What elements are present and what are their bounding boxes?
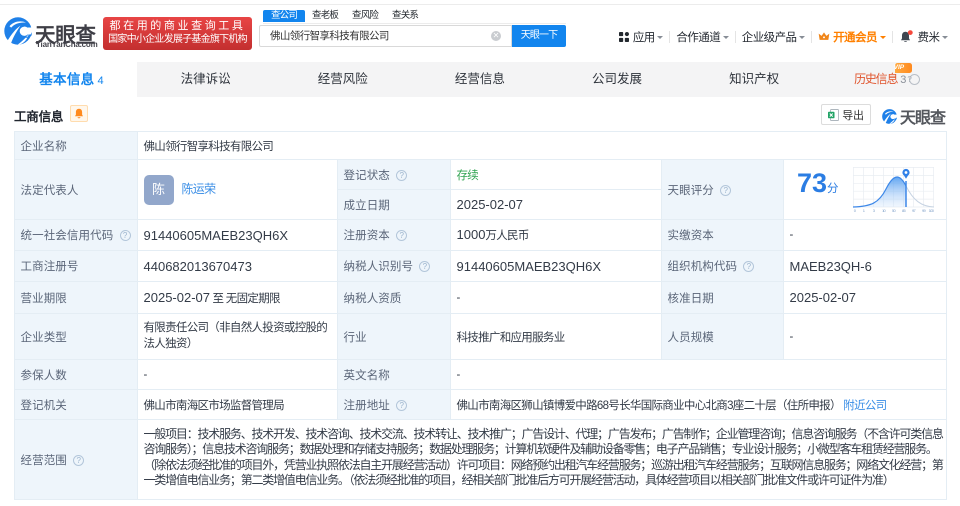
svg-text:3: 3 xyxy=(873,208,876,212)
svg-text:97: 97 xyxy=(912,208,917,212)
svg-text:1: 1 xyxy=(863,208,866,212)
svg-text:100: 100 xyxy=(929,208,934,212)
svg-text:99: 99 xyxy=(922,208,927,212)
svg-text:85: 85 xyxy=(902,208,907,212)
svg-text:10: 10 xyxy=(882,208,887,212)
svg-text:0: 0 xyxy=(854,208,857,212)
svg-text:50: 50 xyxy=(892,208,897,212)
